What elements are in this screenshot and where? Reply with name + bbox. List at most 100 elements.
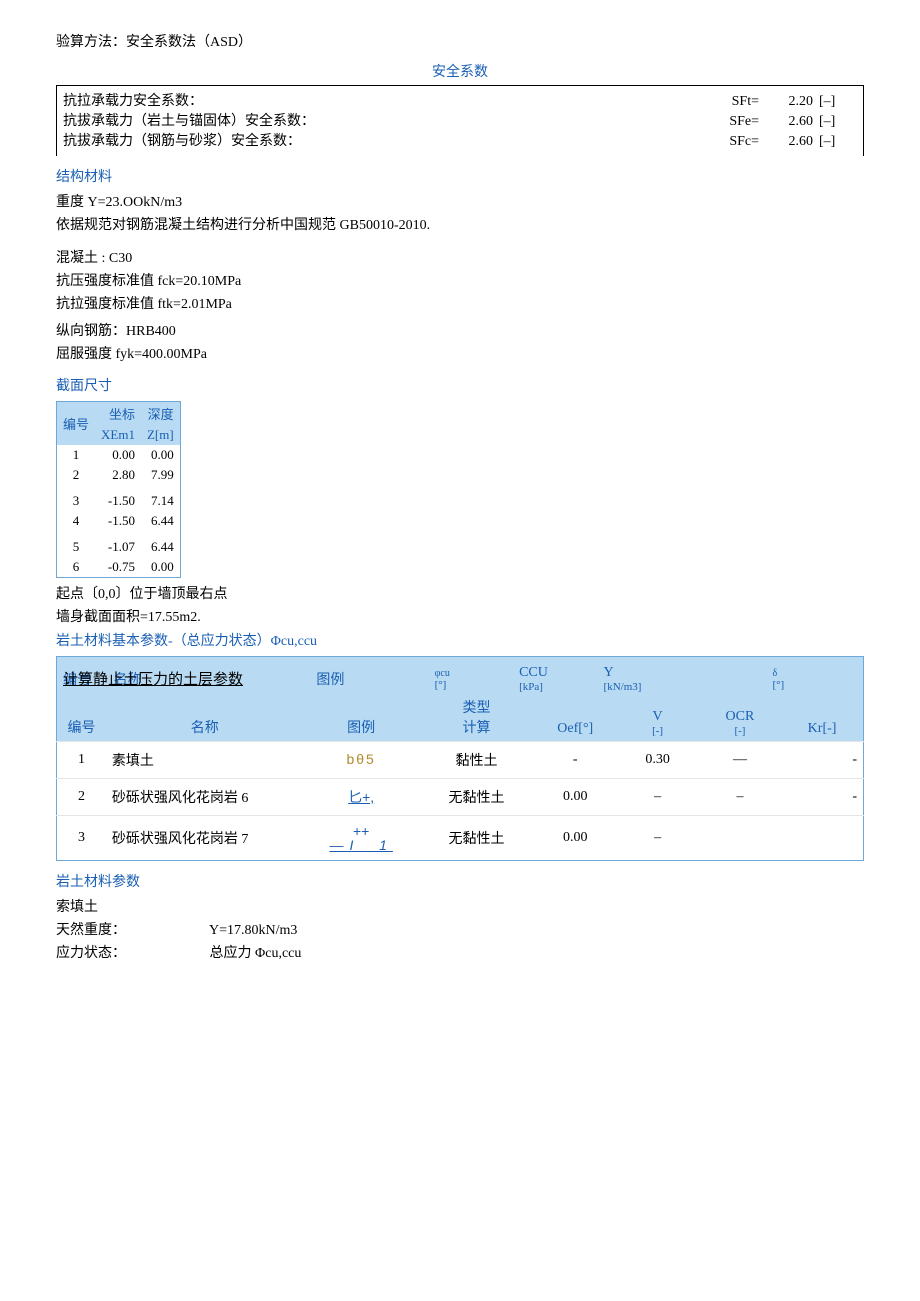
- soil-param-row: 天然重度： Y=17.80kN/m3: [56, 920, 864, 941]
- cross-note: 墙身截面面积=17.55m2.: [56, 607, 864, 628]
- cell: [699, 816, 781, 861]
- safety-unit: [–]: [813, 134, 857, 150]
- soil-params-title: 岩土材料参数: [56, 871, 864, 891]
- bar-u: [°]: [435, 679, 519, 691]
- cell: 无黏性土: [419, 779, 534, 816]
- cell: 砂砾状强风化花岗岩 6: [106, 779, 304, 816]
- thu: [-]: [705, 725, 775, 737]
- cell: 3: [57, 816, 106, 861]
- cell: -0.75: [95, 557, 141, 578]
- safety-title: 安全系数: [56, 61, 864, 81]
- cell: 0.00: [534, 779, 616, 816]
- bar-u: [kN/m3]: [604, 681, 688, 693]
- cross-title: 截面尺寸: [56, 375, 864, 395]
- table-row: 5-1.076.44: [57, 537, 181, 557]
- th-xunit: XEm1: [95, 425, 141, 445]
- safety-val: 2.20: [763, 94, 813, 110]
- th-coord: 坐标: [95, 402, 141, 426]
- cell: 7.99: [141, 465, 180, 485]
- cross-table: 编号 坐标 深度 XEm1 Z[m] 10.000.00 22.807.99 3…: [56, 401, 181, 578]
- th: 名称: [106, 693, 304, 742]
- th: 编号: [57, 693, 106, 742]
- cell: 0.00: [95, 445, 141, 465]
- table-row: 10.000.00: [57, 445, 181, 465]
- th: 计算: [425, 717, 528, 737]
- th: OCR: [705, 709, 775, 725]
- th: Kr[-]: [781, 693, 863, 742]
- soil-basic-bar: 编号 名称 图例 φcu[°] CCU[kPa] Y[kN/m3] δ[°] 计…: [56, 656, 864, 693]
- thu: [-]: [622, 725, 692, 737]
- bar-h: φcu: [435, 668, 519, 679]
- cell: –: [616, 779, 698, 816]
- table-row: 6-0.750.00: [57, 557, 181, 578]
- th: 类型: [425, 697, 528, 717]
- cell: 6.44: [141, 511, 180, 531]
- safety-row: 抗拉承载力安全系数： SFt= 2.20 [–]: [63, 90, 857, 110]
- safety-row: 抗拔承载力（岩土与锚固体）安全系数： SFe= 2.60 [–]: [63, 110, 857, 130]
- soil-pattern-icon: bθ5: [304, 742, 419, 779]
- cell: -1.50: [95, 491, 141, 511]
- cell: 黏性土: [419, 742, 534, 779]
- struct-line: 抗压强度标准值 fck=20.10MPa: [56, 271, 864, 292]
- value: Y=17.80kN/m3: [209, 923, 297, 938]
- soil-name: 索填土: [56, 897, 864, 918]
- table-row: 22.807.99: [57, 465, 181, 485]
- table-row: 2 砂砾状强风化花岗岩 6 匕+, 无黏性土 0.00 – – -: [57, 779, 864, 816]
- struct-line: 屈服强度 fyk=400.00MPa: [56, 344, 864, 365]
- cell: -: [781, 779, 863, 816]
- cell: -: [534, 742, 616, 779]
- th-idx: 编号: [57, 402, 96, 446]
- safety-sym: SFt=: [707, 94, 763, 110]
- soil-table: 编号 名称 图例 类型计算 Oef[°] V[-] OCR[-] Kr[-] 1…: [56, 693, 864, 861]
- safety-label: 抗拔承载力（钢筋与砂浆）安全系数：: [63, 130, 707, 150]
- verify-method: 验算方法：安全系数法（ASD）: [56, 32, 864, 53]
- cell: 2.80: [95, 465, 141, 485]
- soil-caption: 计算静止土压力的土层参数: [63, 668, 243, 689]
- cell: 0.00: [141, 557, 180, 578]
- safety-sym: SFc=: [707, 134, 763, 150]
- safety-val: 2.60: [763, 134, 813, 150]
- value: 总应力 Φcu,ccu: [210, 946, 302, 961]
- cell: 0.30: [616, 742, 698, 779]
- safety-row: 抗拔承载力（钢筋与砂浆）安全系数： SFc= 2.60 [–]: [63, 130, 857, 150]
- cell: —: [699, 742, 781, 779]
- cell: -: [781, 742, 863, 779]
- cell: 1: [57, 742, 106, 779]
- label: 应力状态：: [56, 943, 206, 964]
- struct-title: 结构材料: [56, 166, 864, 186]
- th: V: [622, 709, 692, 725]
- cell: –: [699, 779, 781, 816]
- cell: 7.14: [141, 491, 180, 511]
- th: 图例: [304, 693, 419, 742]
- cell: 5: [57, 537, 96, 557]
- struct-line: 纵向钢筋：HRB400: [56, 321, 864, 342]
- soil-pattern-icon: ++—I 1: [304, 816, 419, 861]
- cell: 2: [57, 779, 106, 816]
- cell: 2: [57, 465, 96, 485]
- bar-h: Y: [604, 665, 688, 681]
- soil-param-row: 应力状态： 总应力 Φcu,ccu: [56, 943, 864, 964]
- label: 天然重度：: [56, 920, 206, 941]
- cell: 3: [57, 491, 96, 511]
- safety-unit: [–]: [813, 94, 857, 110]
- safety-label: 抗拔承载力（岩土与锚固体）安全系数：: [63, 110, 707, 130]
- soil-basic-title: 岩土材料基本参数-（总应力状态）Φcu,ccu: [56, 630, 864, 650]
- struct-line: 重度 Y=23.OOkN/m3: [56, 192, 864, 213]
- safety-sym: SFe=: [707, 114, 763, 130]
- bar-h: 图例: [316, 665, 434, 693]
- safety-box: 抗拉承载力安全系数： SFt= 2.20 [–] 抗拔承载力（岩土与锚固体）安全…: [56, 85, 864, 156]
- safety-val: 2.60: [763, 114, 813, 130]
- th-depth: 深度: [141, 402, 180, 426]
- safety-label: 抗拉承载力安全系数：: [63, 90, 707, 110]
- cell: 无黏性土: [419, 816, 534, 861]
- cell: -1.07: [95, 537, 141, 557]
- cell: 4: [57, 511, 96, 531]
- cell: 6.44: [141, 537, 180, 557]
- cell: 0.00: [141, 445, 180, 465]
- cell: [781, 816, 863, 861]
- cell: 砂砾状强风化花岗岩 7: [106, 816, 304, 861]
- th-zunit: Z[m]: [141, 425, 180, 445]
- table-row: 4-1.506.44: [57, 511, 181, 531]
- safety-unit: [–]: [813, 114, 857, 130]
- cell: 6: [57, 557, 96, 578]
